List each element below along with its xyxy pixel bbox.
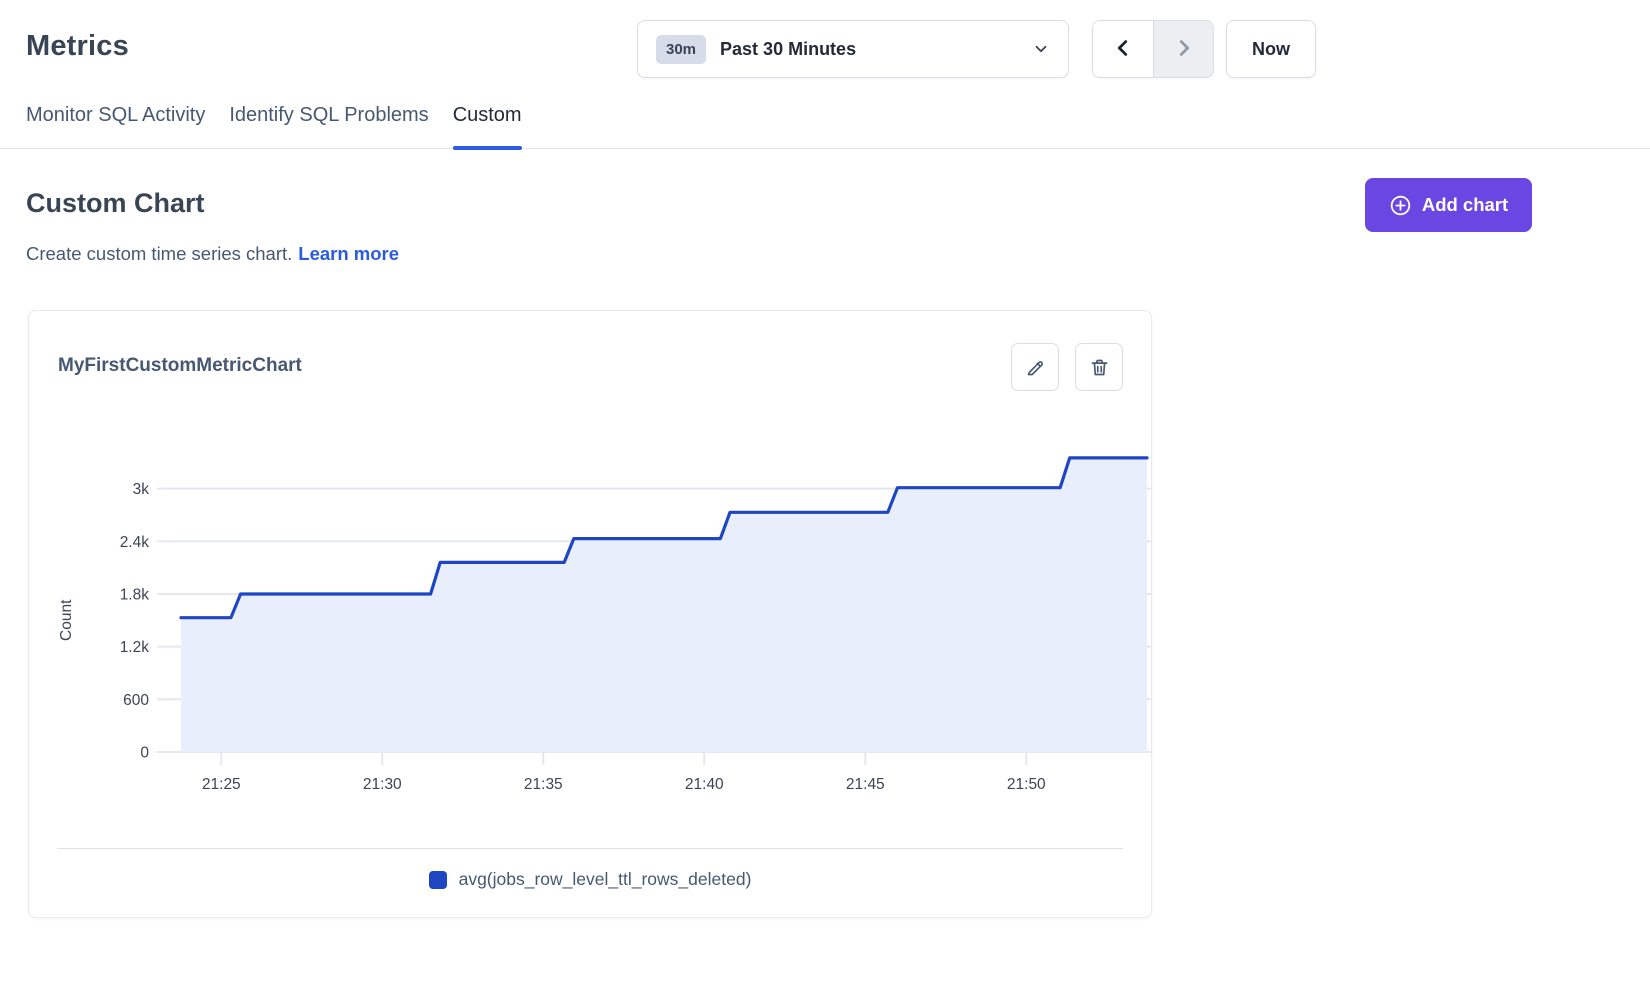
svg-text:21:35: 21:35 — [524, 776, 563, 793]
add-chart-label: Add chart — [1422, 194, 1508, 216]
active-tab-underline — [453, 146, 522, 150]
svg-text:21:45: 21:45 — [846, 776, 885, 793]
timeseries-chart[interactable]: 0 600 1.2k 1.8k 2.4k 3k 21:25 21:30 21:35 21:40 21… — [29, 401, 1153, 813]
card-divider — [57, 848, 1123, 849]
svg-text:21:40: 21:40 — [685, 776, 724, 793]
svg-text:21:25: 21:25 — [202, 776, 241, 793]
edit-chart-button[interactable] — [1011, 343, 1059, 391]
page-title: Metrics — [26, 30, 129, 63]
tab-label: Custom — [453, 104, 522, 126]
tab-label: Identify SQL Problems — [229, 104, 428, 126]
chart-legend: avg(jobs_row_level_ttl_rows_deleted) — [29, 869, 1151, 890]
time-range-badge: 30m — [656, 35, 706, 64]
tab-custom[interactable]: Custom — [453, 100, 522, 148]
svg-text:0: 0 — [140, 745, 149, 762]
trash-icon — [1089, 357, 1110, 378]
section-description-text: Create custom time series chart. — [26, 243, 292, 264]
svg-text:Count: Count — [58, 599, 75, 641]
svg-text:1.8k: 1.8k — [120, 587, 150, 604]
section-heading: Custom Chart — [26, 188, 205, 219]
chevron-down-icon — [1032, 40, 1050, 58]
time-range-picker[interactable]: 30m Past 30 Minutes — [637, 20, 1069, 78]
svg-text:3k: 3k — [133, 481, 150, 498]
plus-circle-icon — [1389, 194, 1412, 217]
next-interval-button — [1153, 21, 1213, 77]
chevron-left-icon — [1112, 37, 1134, 62]
chart-title: MyFirstCustomMetricChart — [58, 355, 302, 377]
chevron-right-icon — [1173, 37, 1195, 62]
svg-text:600: 600 — [123, 692, 149, 709]
section-description: Create custom time series chart. Learn mo… — [26, 243, 399, 265]
svg-text:21:50: 21:50 — [1007, 776, 1046, 793]
chart-actions — [1011, 343, 1123, 391]
now-button[interactable]: Now — [1226, 20, 1316, 78]
delete-chart-button[interactable] — [1075, 343, 1123, 391]
tab-label: Monitor SQL Activity — [26, 104, 205, 126]
custom-chart-card: MyFirstCustomMetricChart 0 600 1.2k 1.8k 2.4… — [28, 310, 1152, 918]
legend-label: avg(jobs_row_level_ttl_rows_deleted) — [459, 869, 752, 890]
tab-identify-sql-problems[interactable]: Identify SQL Problems — [229, 100, 428, 148]
time-range-label: Past 30 Minutes — [720, 39, 1032, 60]
svg-text:21:30: 21:30 — [363, 776, 402, 793]
legend-swatch — [429, 871, 447, 889]
prev-interval-button[interactable] — [1093, 21, 1153, 77]
metrics-page: Metrics 30m Past 30 Minutes Now Monitor … — [0, 0, 1650, 982]
tab-monitor-sql-activity[interactable]: Monitor SQL Activity — [26, 100, 205, 148]
learn-more-link[interactable]: Learn more — [298, 243, 399, 264]
pencil-icon — [1025, 357, 1046, 378]
time-nav-group — [1092, 20, 1214, 78]
svg-text:1.2k: 1.2k — [120, 639, 150, 656]
metrics-tabs: Monitor SQL Activity Identify SQL Proble… — [0, 100, 1650, 149]
chart-card-header: MyFirstCustomMetricChart — [29, 311, 1151, 391]
svg-text:2.4k: 2.4k — [120, 534, 150, 551]
add-chart-button[interactable]: Add chart — [1365, 178, 1532, 232]
